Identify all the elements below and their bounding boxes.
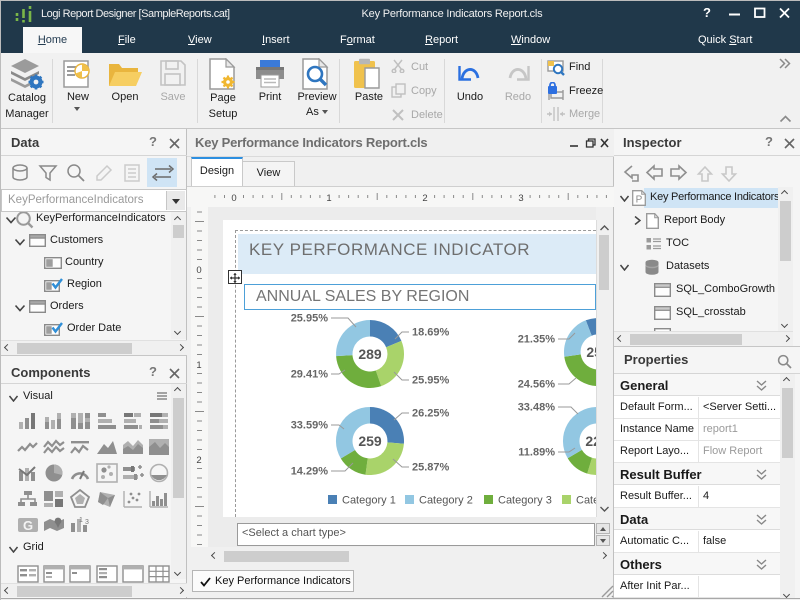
svg-text:250: 250 <box>586 344 596 360</box>
svg-text:33.48%: 33.48% <box>518 402 556 414</box>
svg-text:24.56%: 24.56% <box>518 379 556 391</box>
svg-text:26.25%: 26.25% <box>412 408 450 420</box>
svg-text:Category 1: Category 1 <box>342 495 396 507</box>
svg-text:3: 3 <box>85 519 89 526</box>
svg-text:2: 2 <box>422 193 427 204</box>
svg-text:2: 2 <box>196 455 201 466</box>
svg-text:29.41%: 29.41% <box>291 369 329 381</box>
svg-text:225: 225 <box>585 433 596 449</box>
svg-text:G: G <box>23 518 33 533</box>
svg-text:1: 1 <box>326 193 331 204</box>
svg-text:25.87%: 25.87% <box>412 462 450 474</box>
svg-text:21.35%: 21.35% <box>518 334 556 346</box>
svg-text:Category 3: Category 3 <box>498 495 552 507</box>
svg-text:Category 2: Category 2 <box>419 495 473 507</box>
svg-text:33.59%: 33.59% <box>291 420 329 432</box>
svg-text:1: 1 <box>196 360 201 371</box>
svg-text:1: 1 <box>79 517 83 524</box>
svg-text:25.95%: 25.95% <box>291 313 329 325</box>
svg-text:Category 4: Category 4 <box>576 495 596 507</box>
svg-text:P: P <box>636 195 643 206</box>
svg-text:0: 0 <box>196 265 201 276</box>
svg-text:14.29%: 14.29% <box>291 466 329 478</box>
svg-text:289: 289 <box>358 346 382 362</box>
svg-text:0: 0 <box>231 193 236 204</box>
svg-text:3: 3 <box>518 193 523 204</box>
svg-text:18.69%: 18.69% <box>412 327 450 339</box>
svg-text:11.89%: 11.89% <box>518 447 555 459</box>
svg-text:25.95%: 25.95% <box>412 375 450 387</box>
svg-text:259: 259 <box>358 433 382 449</box>
